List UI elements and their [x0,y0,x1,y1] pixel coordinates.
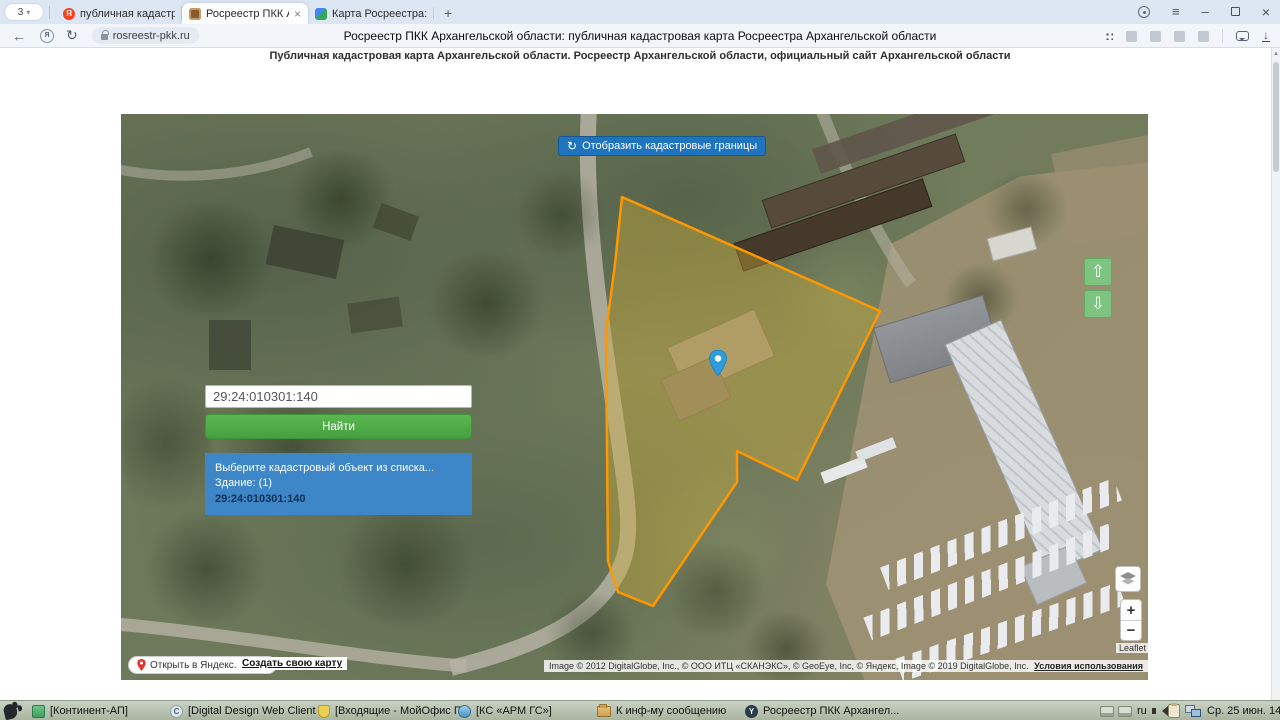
chat-icon[interactable] [1236,31,1249,41]
site-heading-link[interactable]: Публичная кадастровая карта Архангельско… [0,50,1280,62]
download-icon[interactable]: ↓ [1262,30,1270,42]
layers-icon [1120,572,1136,586]
back-button[interactable]: ← [12,28,26,44]
cadastral-search-input[interactable] [205,385,472,408]
down-arrow-icon: ⇩ [1091,294,1105,314]
ks-arm-icon [458,705,471,718]
find-button-label: Найти [322,421,355,433]
browser-scrollbar[interactable]: ▲ [1271,48,1280,700]
chevron-down-icon: ▾ [26,8,30,17]
create-own-map-link[interactable]: Создать свою карту [237,657,347,670]
lock-icon [101,34,108,40]
taskbar-item-label: К инф-му сообщению [616,705,726,717]
result-cadastral-number[interactable]: 29:24:010301:140 [215,492,462,507]
map-canvas[interactable]: ↻ Отобразить кадастровые границы Найти В… [121,114,1148,680]
browser-chrome: 3 ▾ Я публичная кадастров Росреестр ПКК … [0,0,1280,48]
zoom-control: + − [1120,599,1142,641]
browser-toolbar: ← Я ↻ rosreestr-pkk.ru Росреестр ПКК Арх… [0,24,1280,48]
red-pin-icon [137,659,146,671]
taskbar-item-browser[interactable]: Y Росреестр ПКК Архангел... [745,703,899,719]
start-menu-button[interactable] [4,703,17,719]
location-icon[interactable] [1174,31,1185,42]
close-icon[interactable]: × [294,7,301,21]
language-label: ru [1137,705,1147,717]
taskbar-item-webclient[interactable]: C [Digital Design Web Client ... [170,703,328,719]
system-logo-icon [2,702,18,720]
taskbar-item-kontinent[interactable]: [Континент-АП] [32,703,128,719]
close-window-button[interactable]: × [1262,7,1270,17]
taskbar-item-label: [Digital Design Web Client ... [188,705,328,717]
taskbar-item-info-message[interactable]: К инф-му сообщению [597,703,726,719]
clipboard-icon[interactable] [1168,703,1180,719]
map-attribution: Image © 2012 DigitalGlobe, Inc., © ООО И… [544,660,1148,672]
tab-rosreestr-active[interactable]: Росреестр ПКК Арх × [182,3,308,24]
tab-title: Росреестр ПКК Арх [206,8,289,20]
divider [49,6,50,19]
tab-title: публичная кадастров [80,8,175,20]
tab-title: Карта Росреестра: Оф [332,8,427,20]
yandex-browser-icon: Y [745,705,758,718]
find-button[interactable]: Найти [205,414,472,439]
map-icon [315,8,327,20]
taskbar-item-label: [Входящие - МойОфис П... [335,705,471,717]
zoom-out-button[interactable]: − [1121,620,1141,640]
clock[interactable]: Ср. 25 июн. 14:05 [1207,703,1280,719]
result-prompt: Выберите кадастровый объект из списка... [215,461,462,476]
network-icon[interactable] [1185,703,1202,719]
folder-icon [597,706,611,717]
tab-count: 3 [18,7,24,18]
page-content: Публичная кадастровая карта Архангельско… [0,48,1280,700]
scroll-down-button[interactable]: ⇩ [1084,290,1112,318]
extensions-icon[interactable] [1105,32,1113,40]
scrollbar-thumb[interactable] [1273,62,1279,172]
taskbar-item-mail[interactable]: [Входящие - МойОфис П... [318,703,471,719]
yandex-services-icon[interactable]: Я [40,29,54,43]
refresh-icon: ↻ [567,140,577,152]
taskbar: [Континент-АП] C [Digital Design Web Cli… [0,700,1280,720]
screen: 3 ▾ Я публичная кадастров Росреестр ПКК … [0,0,1280,720]
zoom-in-button[interactable]: + [1121,600,1141,620]
kontinent-icon [32,705,45,718]
tray-window-icon[interactable] [1100,703,1114,719]
terms-of-use-link[interactable]: Условия использования [1034,661,1143,671]
result-panel: Выберите кадастровый объект из списка...… [205,453,472,515]
taskbar-item-ks-arm[interactable]: [КС «АРМ ГС»] [458,703,552,719]
bookmark-icon[interactable] [1198,31,1209,42]
url-text: rosreestr-pkk.ru [113,30,190,42]
clock-label: Ср. 25 июн. 14:05 [1207,705,1280,717]
scrollbar-up-icon[interactable]: ▲ [1272,51,1280,57]
minimize-button[interactable]: – [1202,7,1209,17]
attribution-text: Image © 2012 DigitalGlobe, Inc., © ООО И… [549,661,1029,671]
map-marker-pin[interactable] [709,350,727,377]
camera-icon[interactable] [1150,31,1161,42]
tab-strip: 3 ▾ Я публичная кадастров Росреестр ПКК … [0,0,1280,24]
taskbar-item-label: Росреестр ПКК Архангел... [763,705,899,717]
divider [1222,29,1223,43]
menu-icon[interactable]: ≡ [1172,4,1180,19]
tab-counter[interactable]: 3 ▾ [5,4,43,20]
rosreestr-icon [189,8,201,20]
tray-window-icon[interactable] [1118,703,1132,719]
address-bar[interactable]: rosreestr-pkk.ru [92,27,199,44]
show-borders-label: Отобразить кадастровые границы [582,140,757,152]
show-borders-button[interactable]: ↻ Отобразить кадастровые границы [558,136,766,156]
result-object-type: Здание: (1) [215,476,462,491]
layers-control[interactable] [1115,566,1141,592]
taskbar-item-label: [КС «АРМ ГС»] [476,705,552,717]
yandex-icon: Я [63,8,75,20]
leaflet-attribution-link[interactable]: Leaflet [1116,643,1148,653]
maximize-button[interactable] [1231,7,1240,16]
taskbar-item-label: [Континент-АП] [50,705,128,717]
scroll-up-button[interactable]: ⇧ [1084,258,1112,286]
mail-shield-icon [318,705,330,718]
tab-kadastr[interactable]: Я публичная кадастров [56,3,182,24]
reload-button[interactable]: ↻ [66,27,78,44]
sites-icon[interactable] [1126,31,1137,42]
notifications-icon[interactable] [1138,6,1150,18]
keyboard-layout-indicator[interactable]: ru [1137,703,1147,719]
tab-karta[interactable]: Карта Росреестра: Оф [308,3,434,24]
webclient-icon: C [170,705,183,718]
up-arrow-icon: ⇧ [1091,262,1105,282]
new-tab-button[interactable]: + [444,5,452,21]
